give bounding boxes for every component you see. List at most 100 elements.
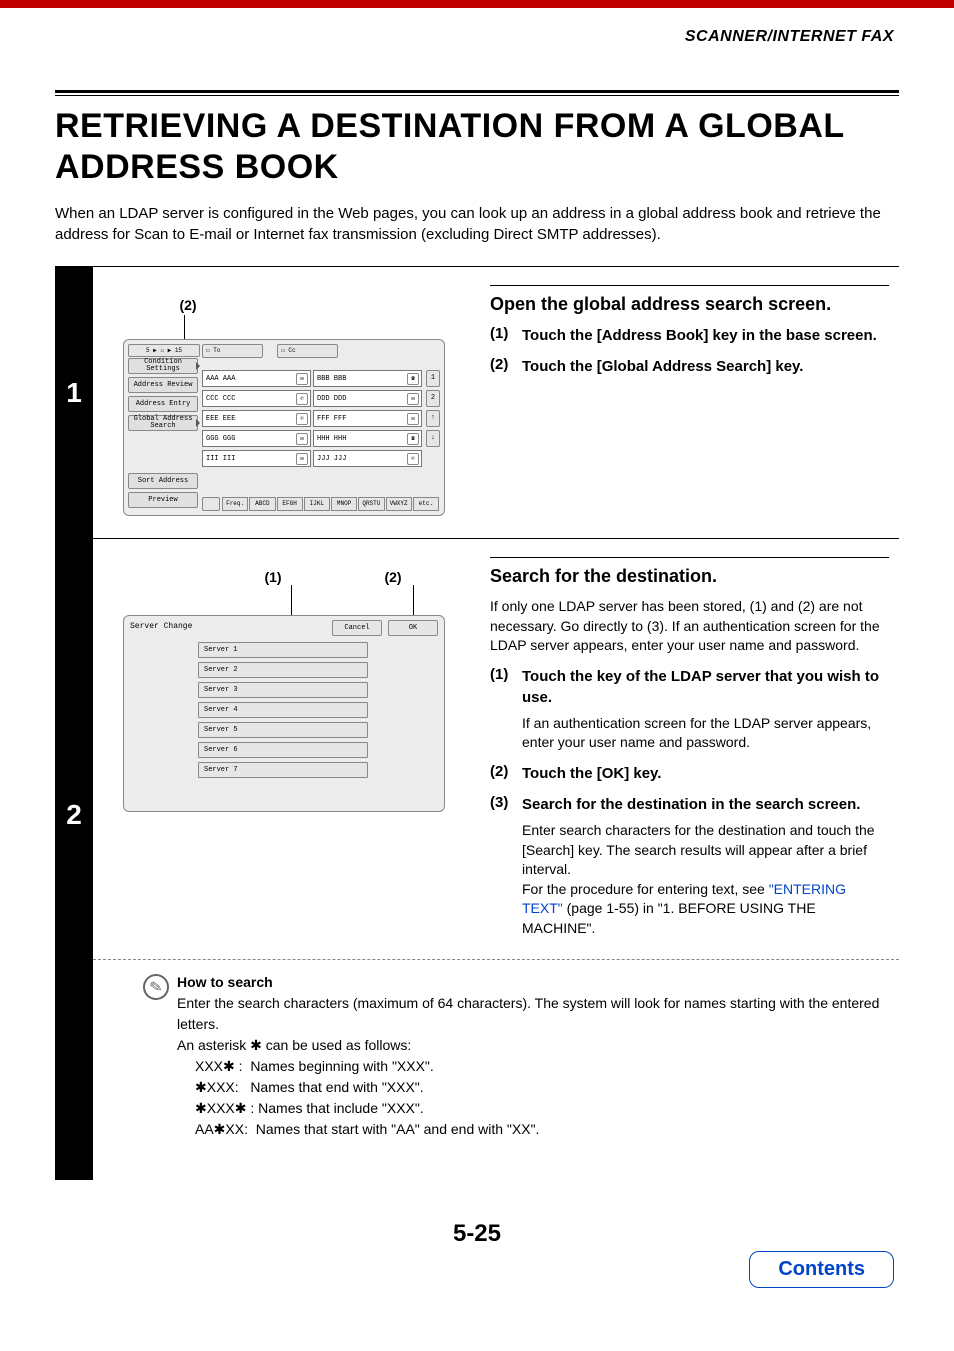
step2-item2-num: (2)	[490, 763, 522, 784]
address-entry-button[interactable]: Address Entry	[128, 396, 198, 412]
mail-icon: ✉	[296, 453, 308, 465]
callout-2-label: (2)	[123, 297, 253, 313]
address-book-screen: 5 ▶ ⌂ ▶ 15 Condition Settings Address Re…	[123, 339, 445, 516]
sub-pre: Enter search characters for the destinat…	[522, 822, 875, 877]
step1-heading: Open the global address search screen.	[490, 294, 889, 315]
item-text-sub: Enter search characters for the destinat…	[522, 821, 889, 939]
title-rule	[55, 90, 899, 96]
sort-tab[interactable]: QRSTU	[358, 497, 384, 511]
server-item[interactable]: Server 7	[198, 762, 368, 778]
to-tab[interactable]: ☐ To	[202, 344, 263, 358]
address-review-button[interactable]: Address Review	[128, 377, 198, 393]
step2-item1-num: (1)	[490, 666, 522, 753]
server-change-title: Server Change	[130, 622, 192, 631]
sub2-suffix: (page 1-55) in "1. BEFORE USING THE MACH…	[522, 900, 816, 936]
ok-button[interactable]: OK	[388, 620, 438, 636]
separator-dotted	[93, 959, 899, 960]
contact-cell[interactable]: AAA AAA✉	[202, 370, 311, 387]
how-to-search-note: How to search Enter the search character…	[177, 972, 889, 1140]
page-2-button[interactable]: 2	[426, 390, 440, 407]
contact-cell[interactable]: GGG GGG ✉	[202, 430, 311, 447]
server-item[interactable]: Server 3	[198, 682, 368, 698]
note-desc: Names that end with "XXX".	[250, 1079, 423, 1095]
contact-label: HHH HHH	[317, 435, 346, 443]
contact-label: DDD DDD	[317, 395, 346, 403]
server-item[interactable]: Server 2	[198, 662, 368, 678]
sort-tab[interactable]: Freq.	[222, 497, 248, 511]
contact-cell[interactable]: EEE EEE ✆	[202, 410, 311, 427]
sort-tab[interactable]: IJKL	[304, 497, 330, 511]
chevron-right-icon	[196, 419, 200, 427]
contact-cell[interactable]: HHH HHH ☎	[313, 430, 422, 447]
step1-item1-num: (1)	[490, 325, 522, 346]
note-pattern: AA✱XX:	[195, 1121, 248, 1137]
scroll-up-button[interactable]: ↑	[426, 410, 440, 427]
note-line1: Enter the search characters (maximum of …	[177, 995, 879, 1032]
phone-icon: ✆	[296, 393, 308, 405]
intro-text: When an LDAP server is configured in the…	[55, 203, 899, 247]
step2-note: If only one LDAP server has been stored,…	[490, 597, 889, 656]
note-desc: Names that start with "AA" and end with …	[256, 1121, 540, 1137]
server-item[interactable]: Server 6	[198, 742, 368, 758]
page-1-button[interactable]: 1	[426, 370, 440, 387]
note-title: How to search	[177, 974, 273, 990]
mail-icon: ✉	[296, 433, 308, 445]
item-text-sub: If an authentication screen for the LDAP…	[522, 714, 889, 753]
contact-label: III III	[206, 455, 235, 463]
sort-tab[interactable]: etc.	[413, 497, 439, 511]
contact-label: BBB BBB	[317, 375, 346, 383]
sort-address-button[interactable]: Sort Address	[128, 473, 198, 489]
note-desc: Names beginning with "XXX".	[250, 1058, 433, 1074]
contact-cell[interactable]: JJJ JJJ✆	[313, 450, 422, 467]
sort-tab[interactable]: ABCD	[249, 497, 275, 511]
contents-button[interactable]: Contents	[749, 1251, 894, 1288]
note-icon: ✎	[143, 972, 177, 1140]
server-item[interactable]: Server 1	[198, 642, 368, 658]
server-item[interactable]: Server 4	[198, 702, 368, 718]
sort-tab[interactable]: VWXYZ	[386, 497, 412, 511]
contact-cell[interactable]: CCC CCC ✆	[202, 390, 311, 407]
step-1: 1 (2) 5 ▶ ⌂ ▶ 15 Condition Settings Addr…	[55, 266, 899, 538]
sort-tab[interactable]: MNOP	[331, 497, 357, 511]
contact-label: CCC CCC	[206, 395, 235, 403]
callout-line	[413, 585, 414, 615]
contact-label: EEE EEE	[206, 415, 235, 423]
fax-icon: ☎	[407, 433, 419, 445]
sort-tab[interactable]: EFGH	[277, 497, 303, 511]
condition-settings-button[interactable]: Condition Settings	[128, 358, 198, 374]
step2-item2-text: Touch the [OK] key.	[522, 763, 889, 784]
server-list-screen: Server Change Cancel OK Server 1 Server …	[123, 615, 445, 812]
top-red-bar	[0, 0, 954, 8]
contact-cell[interactable]: DDD DDD ✉	[313, 390, 422, 407]
step-number-1: 1	[55, 267, 93, 538]
server-item[interactable]: Server 5	[198, 722, 368, 738]
preview-button[interactable]: Preview	[128, 492, 198, 508]
step2-heading: Search for the destination.	[490, 566, 889, 587]
fax-icon: ☎	[407, 373, 419, 385]
contact-label: GGG GGG	[206, 435, 235, 443]
edit-icon[interactable]	[202, 497, 220, 511]
step-2: 2 (1) (2) Server Change	[55, 538, 899, 1180]
pencil-icon: ✎	[141, 972, 171, 1002]
contact-label: FFF FFF	[317, 415, 346, 423]
item-text-main: Touch the key of the LDAP server that yo…	[522, 668, 879, 706]
contact-cell[interactable]: BBB BBB ☎	[313, 370, 422, 387]
step1-item2-num: (2)	[490, 356, 522, 377]
contact-label: JJJ JJJ	[317, 455, 346, 463]
page-title: RETRIEVING A DESTINATION FROM A GLOBAL A…	[55, 106, 899, 188]
cancel-button[interactable]: Cancel	[332, 620, 382, 636]
contact-cell[interactable]: FFF FFF ✉	[313, 410, 422, 427]
global-address-search-button[interactable]: Global Address Search	[128, 415, 198, 431]
callout-line	[123, 315, 470, 339]
contact-cell[interactable]: III III ✉	[202, 450, 311, 467]
mail-icon: ✉	[407, 413, 419, 425]
item-text-main: Search for the destination in the search…	[522, 796, 860, 813]
scroll-down-button[interactable]: ↓	[426, 430, 440, 447]
step2-item3-text: Search for the destination in the search…	[522, 794, 889, 939]
mail-icon: ✉	[407, 393, 419, 405]
callout-1-label: (1)	[213, 569, 333, 585]
chevron-right-icon	[196, 362, 200, 370]
phone-icon: ✆	[296, 413, 308, 425]
cc-tab[interactable]: ☐ Cc	[277, 344, 338, 358]
note-pattern: ✱XXX:	[195, 1079, 239, 1095]
